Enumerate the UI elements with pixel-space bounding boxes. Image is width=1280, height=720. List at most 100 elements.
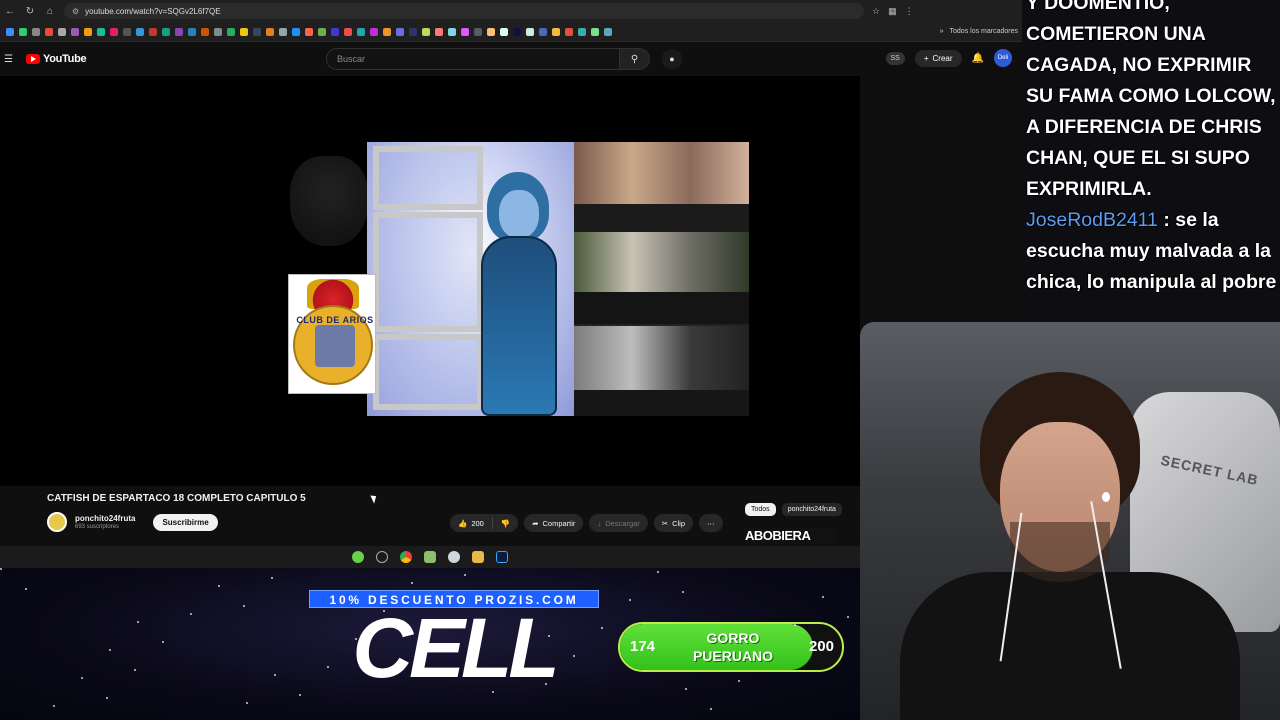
cell-logo-text: CELL xyxy=(352,601,559,695)
window-frame xyxy=(373,334,483,410)
search-icon[interactable]: ⚲ xyxy=(620,48,650,70)
channel-avatar[interactable] xyxy=(47,512,67,532)
bookmark-star-icon[interactable]: ☆ xyxy=(872,6,880,17)
bookmark-favicon-icon[interactable] xyxy=(253,27,261,36)
thumbs-down-icon: 👎 xyxy=(500,518,511,528)
bookmark-favicon-icon[interactable] xyxy=(604,27,612,36)
star-decoration xyxy=(545,683,547,685)
bookmark-favicon-icon[interactable] xyxy=(58,27,66,36)
bookmark-favicon-icon[interactable] xyxy=(513,27,521,36)
bookmark-favicon-icon[interactable] xyxy=(344,27,352,36)
bookmark-favicon-icon[interactable] xyxy=(149,27,157,36)
clip-button[interactable]: ✂ Clip xyxy=(653,514,694,532)
microphone-icon[interactable]: ● xyxy=(662,49,682,69)
bookmark-favicon-icon[interactable] xyxy=(318,27,326,36)
bookmark-favicon-icon[interactable] xyxy=(409,27,417,36)
bookmark-favicon-icon[interactable] xyxy=(97,27,105,36)
menu-icon[interactable]: ⋮ xyxy=(905,6,914,17)
thumbs-up-icon: 👍 xyxy=(458,518,468,528)
related-video-thumbnail[interactable]: ABOBIERA xyxy=(745,528,835,548)
bookmark-favicon-icon[interactable] xyxy=(591,27,599,36)
bookmark-favicon-icon[interactable] xyxy=(84,27,92,36)
ss-badge[interactable]: SS xyxy=(885,51,905,65)
bookmark-favicon-icon[interactable] xyxy=(188,27,196,36)
video-player[interactable]: CLUB DE ARIOS xyxy=(0,76,860,486)
home-icon[interactable]: ⌂ xyxy=(40,0,60,22)
youtube-logo[interactable]: YouTube xyxy=(26,53,87,65)
star-decoration xyxy=(520,663,522,665)
bookmark-favicon-icon[interactable] xyxy=(305,27,313,36)
bookmark-favicon-icon[interactable] xyxy=(110,27,118,36)
back-icon[interactable]: ← xyxy=(0,0,20,22)
bookmark-favicon-icon[interactable] xyxy=(201,27,209,36)
search-input[interactable] xyxy=(326,48,620,70)
bookmark-favicon-icon[interactable] xyxy=(396,27,404,36)
bookmark-favicon-icon[interactable] xyxy=(539,27,547,36)
bookmark-favicon-icon[interactable] xyxy=(357,27,365,36)
taskbar-app-icon[interactable] xyxy=(352,551,364,563)
youtube-play-icon xyxy=(26,54,40,64)
bookmark-favicon-icon[interactable] xyxy=(162,27,170,36)
background-face xyxy=(290,156,368,246)
stream-scene: ← ↻ ⌂ ⚙ youtube.com/watch?v=SQGv2L6f7QE … xyxy=(0,0,1280,720)
bookmark-favicon-icon[interactable] xyxy=(500,27,508,36)
chip-channel[interactable]: ponchito24fruta xyxy=(781,503,842,516)
like-button[interactable]: 👍 200 xyxy=(450,519,492,528)
bookmark-favicon-icon[interactable] xyxy=(214,27,222,36)
bookmark-favicon-icon[interactable] xyxy=(292,27,300,36)
video-title: CATFISH DE ESPARTACO 18 COMPLETO CAPITUL… xyxy=(47,493,306,504)
chat-message: JoseRodB2411 : se la escucha muy malvada… xyxy=(1026,209,1277,293)
address-bar[interactable]: ⚙ youtube.com/watch?v=SQGv2L6f7QE xyxy=(64,3,864,19)
bookmark-favicon-icon[interactable] xyxy=(565,27,573,36)
bookmark-favicon-icon[interactable] xyxy=(435,27,443,36)
bookmark-favicon-icon[interactable] xyxy=(474,27,482,36)
bookmark-favicon-icon[interactable] xyxy=(552,27,560,36)
bookmark-favicon-icon[interactable] xyxy=(136,27,144,36)
bookmark-favicon-icon[interactable] xyxy=(240,27,248,36)
taskbar-app-icon[interactable] xyxy=(448,551,460,563)
download-button[interactable]: ↓ Descargar xyxy=(589,514,648,532)
notifications-bell-icon[interactable]: 🔔 xyxy=(972,53,984,64)
bookmark-favicon-icon[interactable] xyxy=(175,27,183,36)
channel-name[interactable]: ponchito24fruta xyxy=(75,514,135,523)
dislike-button[interactable]: 👎 xyxy=(493,519,518,528)
bookmark-favicon-icon[interactable] xyxy=(279,27,287,36)
bookmark-favicon-icon[interactable] xyxy=(6,27,14,36)
folder-icon[interactable] xyxy=(472,551,484,563)
bookmark-favicon-icon[interactable] xyxy=(71,27,79,36)
more-actions-button[interactable]: ⋯ xyxy=(699,514,723,532)
bookmark-favicon-icon[interactable] xyxy=(422,27,430,36)
site-info-icon[interactable]: ⚙ xyxy=(72,7,79,16)
chip-todos[interactable]: Todos xyxy=(745,503,776,516)
chrome-icon[interactable] xyxy=(400,551,412,563)
photoshop-icon[interactable] xyxy=(496,551,508,563)
related-filter-chips: Todos ponchito24fruta xyxy=(745,503,842,516)
bookmark-favicon-icon[interactable] xyxy=(370,27,378,36)
star-decoration xyxy=(819,644,821,646)
bookmark-favicon-icon[interactable] xyxy=(227,27,235,36)
taskbar-app-icon[interactable] xyxy=(376,551,388,563)
bookmark-favicon-icon[interactable] xyxy=(487,27,495,36)
extensions-icon[interactable]: ▦ xyxy=(888,6,897,17)
bookmark-favicon-icon[interactable] xyxy=(578,27,586,36)
reload-icon[interactable]: ↻ xyxy=(20,0,40,22)
subscribe-button[interactable]: Suscribirme xyxy=(153,513,218,531)
share-button[interactable]: ➦ Compartir xyxy=(524,514,584,532)
bookmark-favicon-icon[interactable] xyxy=(331,27,339,36)
bookmark-favicon-icon[interactable] xyxy=(19,27,27,36)
bookmark-favicon-icon[interactable] xyxy=(526,27,534,36)
taskbar-app-icon[interactable] xyxy=(424,551,436,563)
create-button[interactable]: + Crear xyxy=(914,49,962,67)
bookmark-favicon-icon[interactable] xyxy=(448,27,456,36)
bookmark-favicon-icon[interactable] xyxy=(383,27,391,36)
bookmark-favicon-icon[interactable] xyxy=(32,27,40,36)
bookmark-favicon-icon[interactable] xyxy=(266,27,274,36)
bookmark-favicon-icon[interactable] xyxy=(123,27,131,36)
like-dislike-group: 👍 200 👎 xyxy=(450,514,519,532)
subscriber-count: 693 suscriptores xyxy=(75,524,120,530)
account-avatar[interactable]: Deli xyxy=(994,49,1012,67)
bookmark-favicon-icon[interactable] xyxy=(45,27,53,36)
bookmarks-folder[interactable]: » Todos los marcadores xyxy=(940,28,1022,35)
bookmark-favicon-icon[interactable] xyxy=(461,27,469,36)
hamburger-menu-icon[interactable]: ☰ xyxy=(4,54,18,65)
